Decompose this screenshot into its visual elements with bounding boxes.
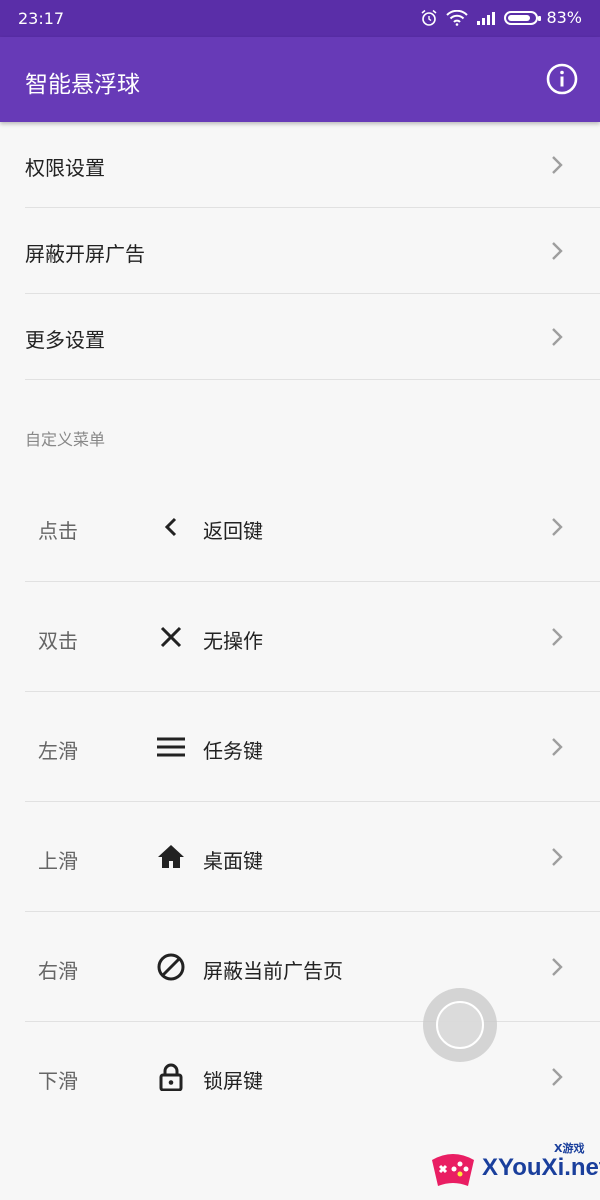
settings-item-label: 屏蔽开屏广告 xyxy=(25,242,145,266)
menu-row-double-tap[interactable]: 双击 无操作 xyxy=(0,582,600,692)
gesture-label: 下滑 xyxy=(38,1069,78,1093)
action-label: 无操作 xyxy=(203,629,263,653)
floating-ball-inner xyxy=(436,1001,484,1049)
app-bar: 智能悬浮球 xyxy=(0,37,600,122)
floating-ball[interactable] xyxy=(423,988,497,1062)
divider xyxy=(25,379,600,380)
status-bar: 23:17 83% xyxy=(0,0,600,37)
menu-row-swipe-down[interactable]: 下滑 锁屏键 xyxy=(0,1022,600,1132)
signal-icon xyxy=(477,11,496,25)
chevron-right-icon xyxy=(552,958,563,976)
menu-row-tap[interactable]: 点击 返回键 xyxy=(0,472,600,582)
action-label: 返回键 xyxy=(203,519,263,543)
gesture-label: 双击 xyxy=(38,629,78,653)
gesture-label: 左滑 xyxy=(38,739,78,763)
chevron-right-icon xyxy=(552,156,563,174)
chevron-right-icon xyxy=(552,628,563,646)
battery-icon xyxy=(504,10,542,25)
status-icons: 83% xyxy=(420,8,582,27)
chevron-right-icon xyxy=(552,242,563,260)
action-label: 屏蔽当前广告页 xyxy=(203,959,343,983)
gesture-label: 右滑 xyxy=(38,959,78,983)
action-label: 桌面键 xyxy=(203,849,263,873)
alarm-icon xyxy=(421,9,437,26)
lock-icon xyxy=(159,1063,183,1091)
menu-row-swipe-up[interactable]: 上滑 桌面键 xyxy=(0,802,600,912)
chevron-right-icon xyxy=(552,1068,563,1086)
gesture-label: 点击 xyxy=(38,519,78,543)
settings-item-label: 权限设置 xyxy=(25,156,105,180)
action-label: 任务键 xyxy=(203,739,263,763)
chevron-right-icon xyxy=(552,328,563,346)
chevron-right-icon xyxy=(552,738,563,756)
action-label: 锁屏键 xyxy=(203,1069,263,1093)
watermark-text: XYouXi.net xyxy=(482,1154,600,1181)
info-icon[interactable] xyxy=(546,63,578,95)
wifi-icon xyxy=(446,9,469,26)
back-icon xyxy=(164,517,177,537)
gamepad-logo-icon xyxy=(432,1154,474,1186)
close-icon xyxy=(160,626,182,648)
page-title: 智能悬浮球 xyxy=(25,72,140,98)
chevron-right-icon xyxy=(552,518,563,536)
menu-row-swipe-left[interactable]: 左滑 任务键 xyxy=(0,692,600,802)
settings-item-label: 更多设置 xyxy=(25,328,105,352)
chevron-right-icon xyxy=(552,848,563,866)
home-icon xyxy=(158,845,184,868)
settings-item-more[interactable]: 更多设置 xyxy=(0,294,600,380)
battery-percent: 83% xyxy=(546,8,582,27)
settings-item-permissions[interactable]: 权限设置 xyxy=(0,122,600,208)
block-icon xyxy=(157,953,185,981)
gesture-label: 上滑 xyxy=(38,849,78,873)
menu-icon xyxy=(157,737,185,757)
watermark: X游戏 XYouXi.net xyxy=(428,1138,600,1196)
settings-item-block-splash-ads[interactable]: 屏蔽开屏广告 xyxy=(0,208,600,294)
status-time: 23:17 xyxy=(18,9,65,28)
section-title: 自定义菜单 xyxy=(25,430,106,449)
menu-row-swipe-right[interactable]: 右滑 屏蔽当前广告页 xyxy=(0,912,600,1022)
